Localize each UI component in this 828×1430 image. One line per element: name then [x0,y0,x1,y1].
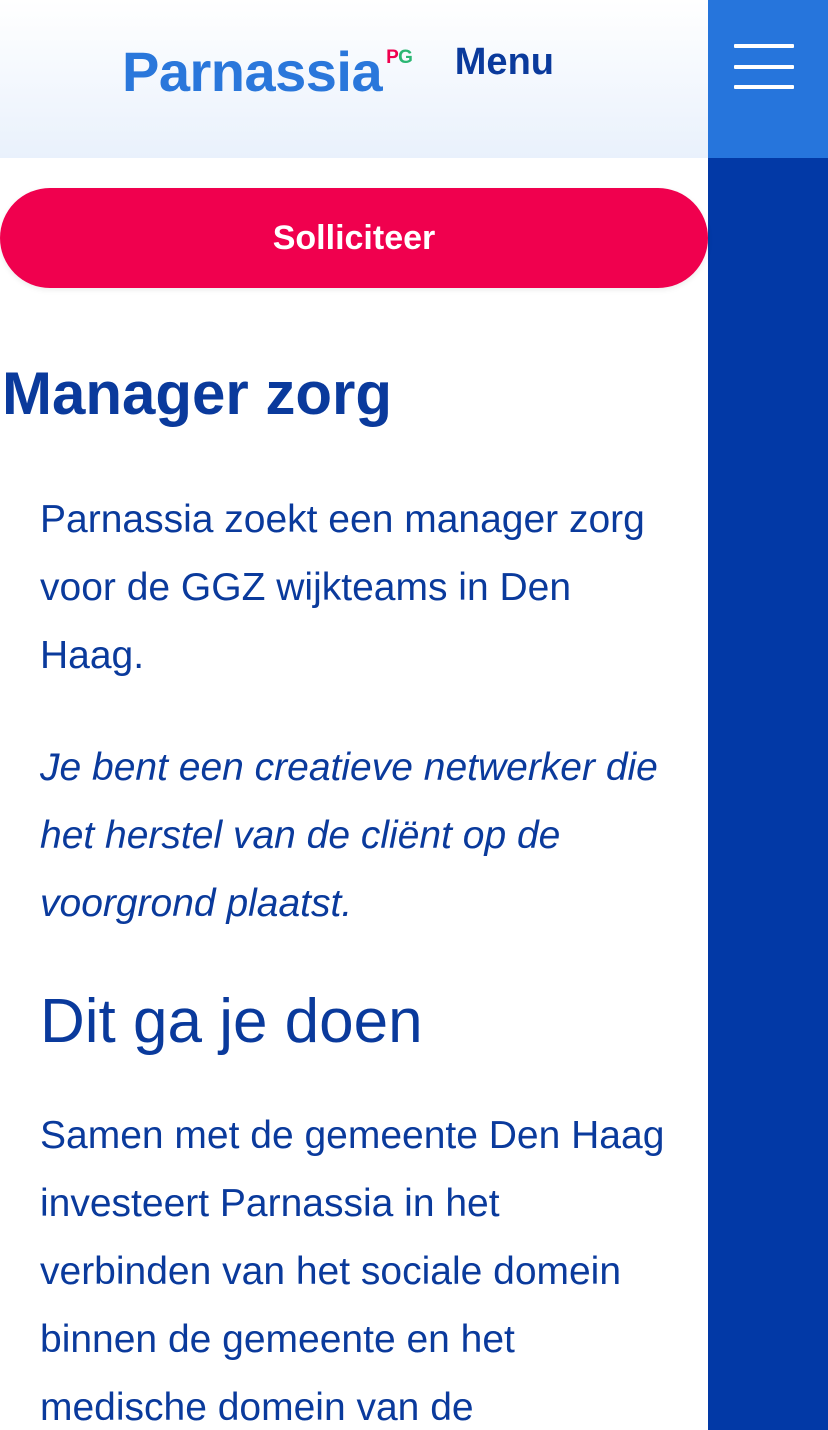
menu-button[interactable] [708,0,828,158]
page: Parnassia P G Menu Solliciteer Manager z… [0,0,828,1430]
section-body-paragraph: Samen met de gemeente Den Haag investeer… [40,1114,665,1429]
hamburger-bar-middle [734,65,794,69]
hamburger-bar-bottom [734,85,794,89]
vacancy-content: Parnassia zoekt een manager zorg voor de… [40,486,670,1430]
hamburger-bar-top [734,44,794,48]
side-panel [708,158,828,1430]
logo-badge-letter-g: G [398,47,413,68]
menu-label[interactable]: Menu [455,40,554,84]
parnassia-logo[interactable]: Parnassia P G [122,44,416,100]
logo-badge-icon: P G [386,48,416,74]
apply-button[interactable]: Solliciteer [0,188,708,288]
logo-wordmark: Parnassia [122,40,383,103]
job-title: Manager zorg [2,360,393,427]
site-header: Parnassia P G Menu [0,0,708,158]
logo-badge-letter-p: P [386,47,399,68]
tagline-paragraph: Je bent een creatieve netwerker die het … [40,746,658,925]
intro-paragraph: Parnassia zoekt een manager zorg voor de… [40,498,645,677]
section-heading: Dit ga je doen [40,987,423,1056]
